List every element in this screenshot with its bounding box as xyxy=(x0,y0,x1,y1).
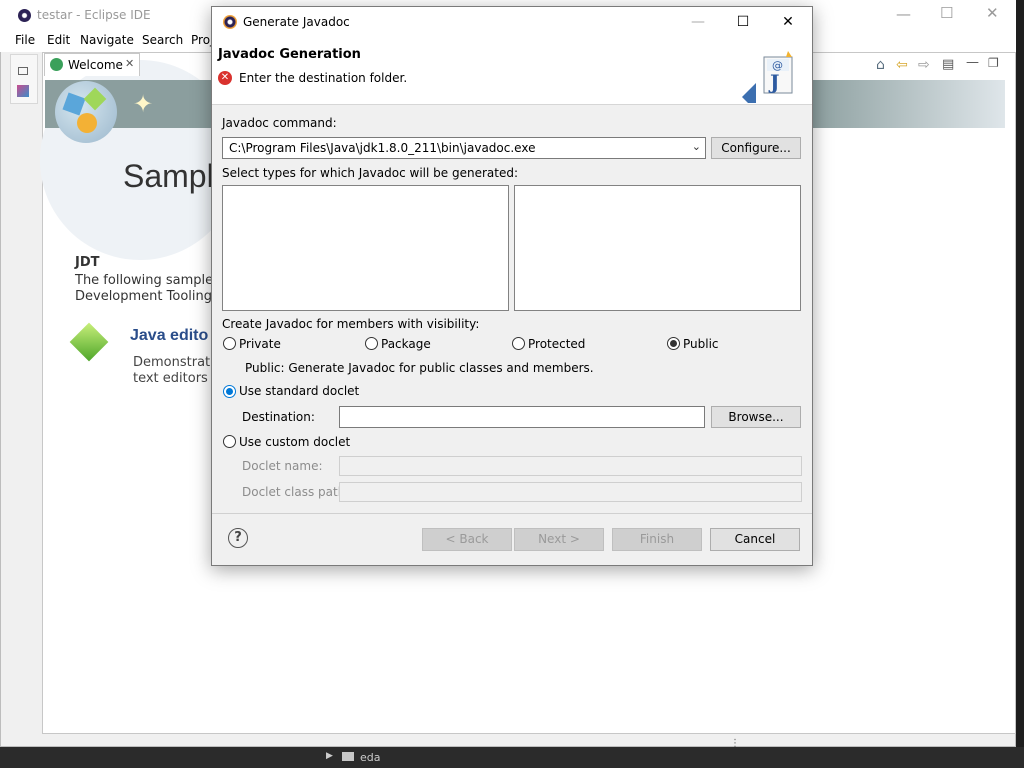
ball-icon xyxy=(77,113,97,133)
forward-arrow-icon[interactable]: ⇨ xyxy=(918,57,930,73)
javadoc-command-combo[interactable]: C:\Program Files\Java\jdk1.8.0_211\bin\j… xyxy=(222,137,706,159)
java-editor-link[interactable]: Java edito xyxy=(130,327,208,345)
radio-protected[interactable] xyxy=(512,337,525,350)
samples-page-title: Sampl xyxy=(123,158,214,194)
gem-icon xyxy=(83,87,107,111)
radio-public[interactable] xyxy=(667,337,680,350)
taskbar-item-label[interactable]: eda xyxy=(360,751,381,764)
javadoc-command-label: Javadoc command: xyxy=(222,116,337,130)
menu-edit[interactable]: Edit xyxy=(47,33,70,47)
help-icon[interactable]: ? xyxy=(228,528,248,548)
home-icon[interactable]: ⌂ xyxy=(876,57,885,73)
jdt-description-line-1: The following sample xyxy=(75,273,214,288)
custom-doclet-label[interactable]: Use custom doclet xyxy=(239,435,350,449)
jdt-heading: JDT xyxy=(75,255,100,270)
java-editor-description: Demonstrat text editors xyxy=(133,355,210,387)
standard-doclet-label[interactable]: Use standard doclet xyxy=(239,384,359,398)
restore-icon[interactable] xyxy=(18,67,28,75)
next-button[interactable]: Next > xyxy=(514,528,604,551)
java-editor-desc-line-2: text editors xyxy=(133,371,208,386)
dialog-title: Generate Javadoc xyxy=(243,15,350,29)
radio-standard-doclet[interactable] xyxy=(223,385,236,398)
play-icon: ▶ xyxy=(326,751,333,761)
tab-welcome[interactable]: Welcome ✕ xyxy=(44,53,140,76)
jdt-description-line-2: Development Tooling xyxy=(75,289,213,304)
visibility-label: Create Javadoc for members with visibili… xyxy=(222,317,480,331)
generate-javadoc-dialog: Generate Javadoc — ☐ ✕ Javadoc Generatio… xyxy=(211,6,813,566)
banner-fade xyxy=(805,80,1005,128)
footer-separator xyxy=(212,513,812,514)
menu-search[interactable]: Search xyxy=(142,33,183,47)
doclet-name-input[interactable] xyxy=(339,456,802,476)
javadoc-wizard-icon: @ J xyxy=(742,51,793,103)
type-list[interactable] xyxy=(514,185,801,311)
javadoc-command-value: C:\Program Files\Java\jdk1.8.0_211\bin\j… xyxy=(229,141,536,155)
eclipse-window-title: testar - Eclipse IDE xyxy=(37,8,151,22)
configure-button[interactable]: Configure... xyxy=(711,137,801,159)
eclipse-minimize-button[interactable]: — xyxy=(896,5,911,23)
doclet-class-path-label: Doclet class path: xyxy=(242,485,350,499)
background-console xyxy=(1016,210,1024,750)
error-icon: ✕ xyxy=(218,71,232,85)
close-icon[interactable]: ✕ xyxy=(125,57,134,70)
finish-button[interactable]: Finish xyxy=(612,528,702,551)
wizard-page-title: Javadoc Generation xyxy=(218,47,361,62)
eclipse-app-icon xyxy=(18,9,31,22)
browse-button[interactable]: Browse... xyxy=(711,406,801,428)
doclet-class-path-input[interactable] xyxy=(339,482,802,502)
destination-label: Destination: xyxy=(242,410,315,424)
left-trim-bar xyxy=(10,54,38,104)
dialog-minimize-button[interactable]: — xyxy=(676,7,720,37)
radio-public-label[interactable]: Public xyxy=(683,337,719,351)
cube-icon xyxy=(62,92,86,116)
jdt-description: The following sample Development Tooling xyxy=(75,273,213,305)
java-editor-desc-line-1: Demonstrat xyxy=(133,355,211,370)
select-types-label: Select types for which Javadoc will be g… xyxy=(222,166,518,180)
chevron-down-icon[interactable]: ⌄ xyxy=(692,140,701,153)
dialog-close-button[interactable]: ✕ xyxy=(766,7,810,37)
maximize-view-icon[interactable]: ❐ xyxy=(988,56,999,70)
cancel-button[interactable]: Cancel xyxy=(710,528,800,551)
visibility-description: Public: Generate Javadoc for public clas… xyxy=(245,361,594,375)
welcome-icon xyxy=(50,58,63,71)
folder-icon xyxy=(342,752,354,761)
destination-input[interactable] xyxy=(339,406,705,428)
tab-welcome-label: Welcome xyxy=(68,58,123,72)
back-button[interactable]: < Back xyxy=(422,528,512,551)
menu-file[interactable]: File xyxy=(15,33,35,47)
svg-text:J: J xyxy=(768,70,779,94)
error-message: Enter the destination folder. xyxy=(239,71,408,85)
radio-private[interactable] xyxy=(223,337,236,350)
samples-overview-icon[interactable] xyxy=(55,81,117,143)
dialog-maximize-button[interactable]: ☐ xyxy=(721,7,765,37)
eclipse-maximize-button[interactable]: ☐ xyxy=(940,4,953,22)
radio-package-label[interactable]: Package xyxy=(381,337,431,351)
sparkle-icon: ✦ xyxy=(133,90,154,118)
project-tree[interactable] xyxy=(222,185,509,311)
minimize-view-icon[interactable]: — xyxy=(966,55,979,70)
customize-icon[interactable]: ▤ xyxy=(942,57,954,72)
back-arrow-icon[interactable]: ⇦ xyxy=(896,57,908,73)
doclet-name-label: Doclet name: xyxy=(242,459,323,473)
eclipse-close-button[interactable]: ✕ xyxy=(986,4,999,22)
radio-private-label[interactable]: Private xyxy=(239,337,281,351)
package-explorer-icon[interactable] xyxy=(17,85,29,97)
radio-package[interactable] xyxy=(365,337,378,350)
radio-protected-label[interactable]: Protected xyxy=(528,337,585,351)
dialog-title-bar[interactable]: Generate Javadoc — ☐ ✕ xyxy=(212,7,812,37)
taskbar: ▶ eda xyxy=(0,747,1024,768)
radio-custom-doclet[interactable] xyxy=(223,435,236,448)
eclipse-dialog-icon xyxy=(223,15,237,29)
menu-navigate[interactable]: Navigate xyxy=(80,33,134,47)
wizard-header: Javadoc Generation ✕ Enter the destinati… xyxy=(212,37,812,105)
